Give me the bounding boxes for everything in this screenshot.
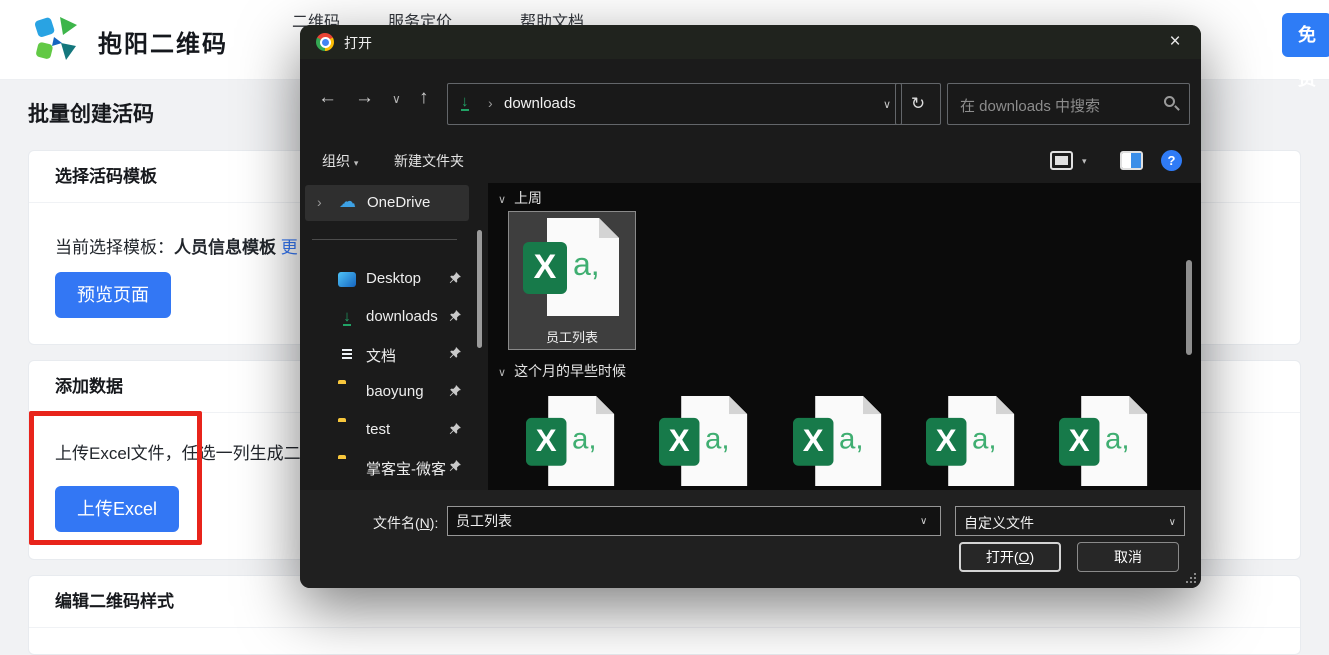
filename-label: 文件名(N): [373, 513, 438, 533]
group-header-last-week[interactable]: ∨ 上周 [498, 188, 542, 208]
file-tile[interactable]: X a, 激活码列表 [775, 390, 903, 490]
file-name: 员工列表 [509, 327, 635, 346]
page-title: 批量创建活码 [28, 98, 154, 128]
close-icon[interactable]: × [1161, 29, 1189, 55]
address-bar[interactable]: ↓ › downloads ∨ [447, 83, 902, 125]
chrome-icon [316, 33, 334, 51]
collapse-chevron-icon: ∨ [498, 367, 506, 379]
filename-input[interactable] [447, 506, 941, 536]
up-icon[interactable]: ↑ [419, 87, 429, 109]
excel-file-icon: X a, [523, 216, 623, 324]
free-register-button[interactable]: 免费 [1282, 13, 1329, 57]
pin-icon [448, 459, 462, 473]
preview-pane-icon[interactable] [1120, 151, 1143, 170]
resize-grip[interactable] [1186, 573, 1196, 583]
organize-caret-icon: ▾ [354, 158, 359, 168]
breadcrumb-location[interactable]: downloads [504, 95, 576, 112]
change-template-link[interactable]: 更 [281, 238, 298, 257]
search-placeholder: 在 downloads 中搜索 [960, 95, 1100, 116]
excel-file-icon: X a, [793, 394, 885, 490]
dialog-titlebar[interactable]: 打开 × [300, 25, 1201, 59]
sidebar-item-label: 掌客宝-微客 [366, 458, 446, 479]
filetype-select[interactable]: 自定义文件 ∨ [955, 506, 1185, 536]
filetype-value: 自定义文件 [964, 513, 1034, 533]
open-button[interactable]: 打开(O) [959, 542, 1061, 572]
dialog-content: › ☁ OneDrive Desktop ↓ downloads 文档 [300, 183, 1201, 490]
back-icon[interactable]: ← [318, 87, 337, 109]
pin-icon [448, 346, 462, 360]
expand-chevron-icon[interactable]: › [317, 194, 322, 210]
onedrive-label: OneDrive [367, 194, 430, 211]
dialog-footer: 文件名(N): ∨ 自定义文件 ∨ 打开(O) 取消 [300, 490, 1201, 588]
onedrive-cloud-icon: ☁ [339, 192, 356, 212]
file-list-area: ∨ 上周 X a, 员工列表 ∨ 这个月的早些时候 X a, 激活码列表 [488, 183, 1201, 490]
address-dropdown-icon[interactable]: ∨ [883, 98, 891, 111]
file-tile[interactable]: X a, 激活码列表 [908, 390, 1036, 490]
pin-icon [448, 384, 462, 398]
file-tile-selected[interactable]: X a, 员工列表 [508, 211, 636, 350]
filename-dropdown-icon[interactable]: ∨ [920, 516, 927, 527]
file-tile[interactable]: X a, b1725590037 [1041, 390, 1169, 490]
sidebar-item-label: 文档 [366, 345, 396, 366]
sidebar-item-label: baoyung [366, 383, 424, 400]
sidebar-item-label: downloads [366, 308, 438, 325]
sidebar-item-onedrive[interactable]: › ☁ OneDrive [305, 185, 469, 221]
sidebar-item-downloads[interactable]: ↓ downloads [300, 302, 475, 332]
pin-icon [448, 309, 462, 323]
file-tile[interactable]: X a, 激活码列表 [508, 390, 636, 490]
sidebar-item-baoyung[interactable]: baoyung [300, 377, 475, 407]
pin-icon [448, 422, 462, 436]
help-button[interactable]: ? [1161, 150, 1182, 171]
excel-file-icon: X a, [659, 394, 751, 490]
group-label: 上周 [514, 190, 542, 206]
annotation-red-box [29, 411, 202, 545]
refresh-icon: ↻ [911, 94, 925, 113]
history-dropdown-icon[interactable]: ∨ [392, 92, 401, 106]
sidebar-item-label: test [366, 421, 390, 438]
downloads-location-icon: ↓ [461, 95, 469, 111]
view-mode-caret-icon[interactable]: ▾ [1082, 156, 1087, 167]
group-header-earlier-this-month[interactable]: ∨ 这个月的早些时候 [498, 361, 626, 381]
refresh-button[interactable]: ↻ [895, 83, 941, 125]
search-input[interactable]: 在 downloads 中搜索 [947, 83, 1190, 125]
excel-file-icon: X a, [1059, 394, 1151, 490]
new-folder-button[interactable]: 新建文件夹 [394, 151, 464, 171]
dialog-title: 打开 [344, 33, 372, 53]
sidebar-item-zhangkebao[interactable]: 掌客宝-微客 [300, 452, 475, 482]
preview-page-button[interactable]: 预览页面 [55, 272, 171, 318]
sidebar-item-documents[interactable]: 文档 [300, 339, 475, 369]
breadcrumb-separator: › [488, 95, 493, 111]
sidebar-scrollbar[interactable] [477, 230, 482, 348]
forward-icon[interactable]: → [355, 87, 374, 109]
dialog-navigation-row: ← → ∨ ↑ ↓ › downloads ∨ ↻ 在 downloads 中搜… [300, 59, 1201, 143]
dialog-toolbar: 组织 ▾ 新建文件夹 ▾ ? [300, 143, 1201, 183]
current-template-value: 人员信息模板 [174, 238, 276, 257]
dialog-sidebar: › ☁ OneDrive Desktop ↓ downloads 文档 [300, 183, 488, 490]
sidebar-item-label: Desktop [366, 270, 421, 287]
brand-title: 抱阳二维码 [98, 24, 228, 59]
file-open-dialog: 打开 × ← → ∨ ↑ ↓ › downloads ∨ ↻ 在 downloa… [300, 25, 1201, 588]
downloads-icon: ↓ [338, 308, 356, 326]
sidebar-item-test[interactable]: test [300, 415, 475, 445]
file-list-scrollbar[interactable] [1186, 260, 1192, 355]
sidebar-divider [312, 239, 457, 240]
current-template-label: 当前选择模板： [55, 238, 174, 257]
cancel-button[interactable]: 取消 [1077, 542, 1179, 572]
organize-menu[interactable]: 组织 ▾ [322, 151, 358, 171]
desktop-icon [338, 272, 356, 287]
search-icon [1164, 96, 1175, 107]
sidebar-item-desktop[interactable]: Desktop [300, 264, 475, 294]
collapse-chevron-icon: ∨ [498, 194, 506, 206]
view-mode-icon[interactable] [1050, 151, 1073, 170]
file-tile[interactable]: X a, 激活码列表 [641, 390, 769, 490]
filetype-dropdown-icon: ∨ [1169, 517, 1176, 528]
excel-file-icon: X a, [926, 394, 1018, 490]
excel-file-icon: X a, [526, 394, 618, 490]
brand-logo-icon [30, 13, 82, 65]
group-label: 这个月的早些时候 [514, 363, 626, 379]
organize-label: 组织 [322, 153, 350, 169]
pin-icon [448, 271, 462, 285]
